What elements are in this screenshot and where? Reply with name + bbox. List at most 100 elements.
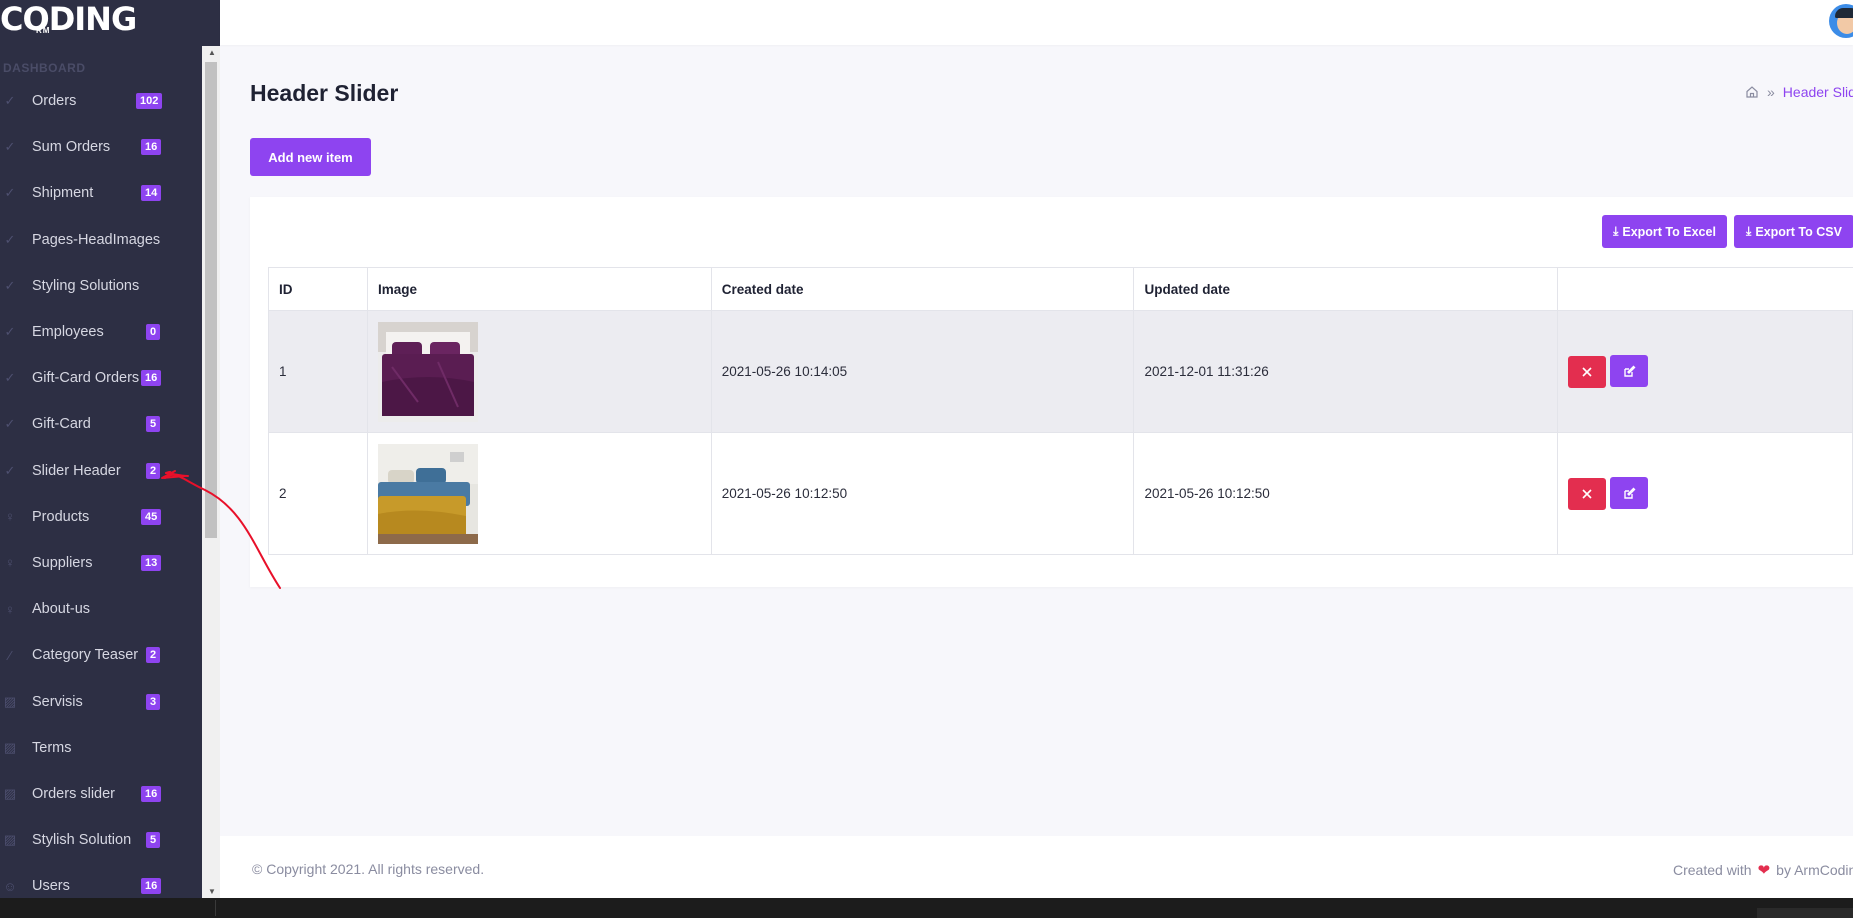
sidebar-item-slider-header[interactable]: ✓ Slider Header 2	[0, 448, 202, 494]
cell-created-date: 2021-05-26 10:12:50	[710, 432, 1135, 555]
sidebar-item-users[interactable]: ☺ Users 16	[0, 863, 202, 898]
sidebar-item-suppliers[interactable]: ♀ Suppliers 13	[0, 540, 202, 586]
download-icon: ⤓	[1613, 224, 1619, 238]
sidebar-item-label: Suppliers	[32, 554, 93, 571]
count-badge: 5	[146, 832, 161, 849]
table-row: 2 2021-05-26 10:12:50 2021-05-26 10:12:5…	[268, 432, 1853, 555]
sidebar-item-gift-card[interactable]: ✓ Gift-Card 5	[0, 401, 202, 447]
delete-button[interactable]	[1568, 477, 1607, 510]
close-icon	[1582, 367, 1592, 377]
credit-text: Created with ❤ by ArmCoding	[1673, 861, 1853, 879]
sidebar-item-stylish-solution[interactable]: ▨ Stylish Solution 5	[0, 817, 202, 863]
export-csv-button[interactable]: ⤓ Export To CSV	[1734, 215, 1853, 248]
sidebar-item-orders-slider[interactable]: ▨ Orders slider 16	[0, 771, 202, 817]
edit-icon	[1623, 487, 1636, 499]
sidebar-item-shipment[interactable]: ✓ Shipment 14	[0, 170, 202, 216]
sidebar-scrollbar[interactable]: ▲ ▼	[202, 46, 220, 898]
image-icon: ▨	[3, 785, 17, 801]
topbar	[220, 0, 1853, 45]
user-avatar[interactable]	[1829, 4, 1853, 38]
credit-suffix[interactable]: by ArmCoding	[1776, 862, 1853, 878]
sidebar-heading: DASHBOARD	[3, 61, 86, 75]
bulb-icon: ♀	[5, 509, 15, 525]
taskbar	[0, 898, 1853, 918]
breadcrumb-current[interactable]: Header Slider	[1783, 84, 1853, 100]
sidebar-item-label: Orders slider	[32, 785, 115, 802]
export-excel-button[interactable]: ⤓ Export To Excel	[1602, 215, 1727, 248]
sidebar-item-gift-card-orders[interactable]: ✓ Gift-Card Orders 16	[0, 355, 202, 401]
count-badge: 102	[136, 93, 163, 110]
data-card: ⤓ Export To Excel ⤓ Export To CSV ID Ima…	[250, 197, 1853, 587]
count-badge: 16	[141, 370, 162, 387]
sidebar-item-terms[interactable]: ▨ Terms	[0, 725, 202, 771]
sidebar-item-servisis[interactable]: ▨ Servisis 3	[0, 678, 202, 724]
sidebar-item-label: Products	[32, 508, 90, 525]
user-icon: ☺	[3, 878, 17, 894]
count-badge: 5	[146, 416, 161, 433]
edit-button[interactable]	[1610, 355, 1649, 388]
sidebar-item-label: Styling Solutions	[32, 277, 140, 294]
column-header-created-date[interactable]: Created date	[710, 267, 1135, 311]
sidebar-item-products[interactable]: ♀ Products 45	[0, 494, 202, 540]
heart-icon: ❤	[1757, 862, 1771, 879]
cell-id: 1	[268, 310, 368, 433]
avatar-hair	[1835, 8, 1853, 18]
sidebar-item-pages-headimages[interactable]: ✓ Pages-HeadImages	[0, 217, 202, 263]
scroll-down-arrow-icon[interactable]: ▼	[208, 887, 216, 896]
column-header-image[interactable]: Image	[366, 267, 712, 311]
check-icon: ✓	[4, 93, 16, 109]
download-icon: ⤓	[1746, 224, 1752, 238]
check-icon: ✓	[4, 185, 16, 201]
sidebar-item-label: Shipment	[32, 185, 94, 202]
breadcrumb: » Header Slider	[1745, 84, 1853, 100]
sidebar: CODING RM DASHBOARD ✓ Orders 102 ✓ Sum Order…	[0, 0, 220, 898]
count-badge: 0	[146, 324, 161, 341]
purple-bedding-image[interactable]	[377, 321, 478, 422]
table-row: 1 2021-05-26 10:14:05 2021-12-01 11:31:2	[268, 310, 1853, 433]
add-new-item-button[interactable]: Add new item	[250, 138, 371, 176]
sidebar-item-sum-orders[interactable]: ✓ Sum Orders 16	[0, 124, 202, 170]
sidebar-item-category-teaser[interactable]: ⁄ Category Teaser 2	[0, 632, 202, 678]
sidebar-item-styling-solutions[interactable]: ✓ Styling Solutions	[0, 263, 202, 309]
export-csv-label: Export To CSV	[1755, 224, 1842, 239]
sidebar-item-label: Terms	[32, 739, 72, 756]
check-icon: ✓	[4, 462, 16, 478]
check-icon: ✓	[4, 277, 16, 293]
edit-button[interactable]	[1610, 477, 1649, 510]
mustard-blue-bedding-image[interactable]	[377, 443, 478, 544]
sidebar-item-label: Stylish Solution	[32, 832, 132, 849]
logo-subtext: RM	[36, 26, 51, 35]
sidebar-item-label: Pages-HeadImages	[32, 231, 161, 248]
count-badge: 16	[141, 139, 162, 156]
sidebar-item-employees[interactable]: ✓ Employees 0	[0, 309, 202, 355]
sidebar-item-orders[interactable]: ✓ Orders 102	[0, 78, 202, 124]
bulb-icon: ♀	[5, 601, 15, 617]
cell-image	[366, 432, 712, 555]
cell-created-date: 2021-05-26 10:14:05	[710, 310, 1135, 433]
data-table: ID Image Created date Updated date 1 202…	[268, 267, 1853, 555]
sidebar-item-about-us[interactable]: ♀ About-us	[0, 586, 202, 632]
cell-id: 2	[268, 432, 368, 555]
sidebar-item-label: Slider Header	[32, 462, 121, 479]
count-badge: 2	[146, 462, 161, 479]
sidebar-item-label: Employees	[32, 324, 104, 341]
scrollbar-thumb[interactable]	[205, 62, 217, 538]
column-header-id[interactable]: ID	[268, 267, 368, 311]
sidebar-item-label: Orders	[32, 93, 77, 110]
count-badge: 16	[141, 878, 162, 895]
scroll-up-arrow-icon[interactable]: ▲	[208, 48, 216, 57]
sidebar-item-label: Category Teaser	[32, 647, 139, 664]
credit-prefix: Created with	[1673, 862, 1752, 878]
column-header-updated-date[interactable]: Updated date	[1133, 267, 1559, 311]
bulb-icon: ♀	[5, 555, 15, 571]
count-badge: 2	[146, 647, 161, 664]
cell-updated-date: 2021-05-26 10:12:50	[1133, 432, 1559, 555]
brand-logo[interactable]: CODING RM	[0, 0, 200, 40]
home-icon[interactable]	[1745, 85, 1759, 99]
sidebar-item-label: Gift-Card	[32, 416, 91, 433]
delete-button[interactable]	[1568, 355, 1607, 388]
image-icon: ▨	[3, 693, 17, 709]
cell-actions	[1557, 310, 1853, 433]
taskbar-divider	[215, 900, 216, 916]
export-excel-label: Export To Excel	[1622, 224, 1716, 239]
